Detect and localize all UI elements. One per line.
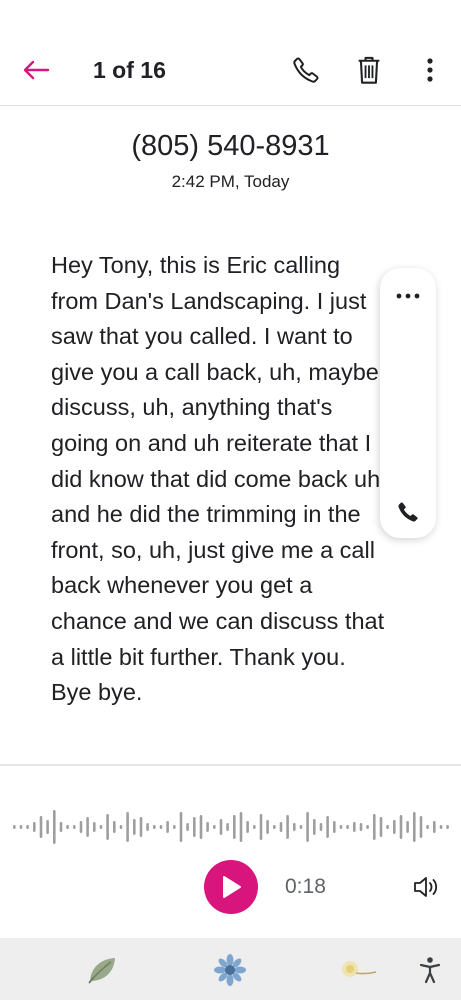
nav-leaf-button[interactable] — [82, 950, 122, 990]
speaker-button[interactable] — [410, 870, 444, 904]
volume-icon — [414, 877, 438, 897]
trash-icon — [358, 56, 380, 84]
more-vert-icon — [427, 58, 433, 82]
nav-accessibility-button[interactable] — [410, 950, 450, 990]
nav-dandelion-button[interactable] — [338, 950, 378, 990]
floating-more-button[interactable] — [390, 284, 426, 308]
waveform-icon[interactable] — [12, 804, 452, 850]
voicemail-transcript: Hey Tony, this is Eric calling from Dan'… — [51, 252, 387, 706]
play-button[interactable] — [204, 860, 258, 914]
blue-flower-icon — [214, 954, 246, 986]
accessibility-icon — [419, 957, 441, 984]
voicemail-counter: 1 of 16 — [93, 57, 166, 83]
back-button[interactable] — [18, 52, 54, 88]
transcript-container: Hey Tony, this is Eric calling from Dan'… — [51, 248, 391, 740]
delete-button[interactable] — [351, 52, 387, 88]
phone-icon — [293, 57, 319, 83]
bottom-navigation-bar — [0, 938, 461, 1000]
dandelion-icon — [342, 961, 377, 977]
more-horiz-icon — [396, 293, 420, 299]
nav-blue-flower-button[interactable] — [210, 950, 250, 990]
voicemail-timestamp: 2:42 PM, Today — [171, 172, 290, 191]
top-app-bar: 1 of 16 — [0, 0, 461, 106]
phone-icon — [398, 502, 418, 522]
caller-phone-number: (805) 540-8931 — [131, 130, 330, 162]
section-divider — [0, 764, 461, 766]
floating-call-button[interactable] — [392, 496, 424, 528]
more-options-button[interactable] — [412, 52, 448, 88]
floating-action-panel — [380, 268, 436, 538]
play-icon — [223, 876, 241, 898]
playback-duration: 0:18 — [285, 875, 326, 898]
call-back-button[interactable] — [288, 52, 324, 88]
arrow-left-icon — [23, 60, 50, 80]
leaf-icon — [88, 958, 115, 984]
